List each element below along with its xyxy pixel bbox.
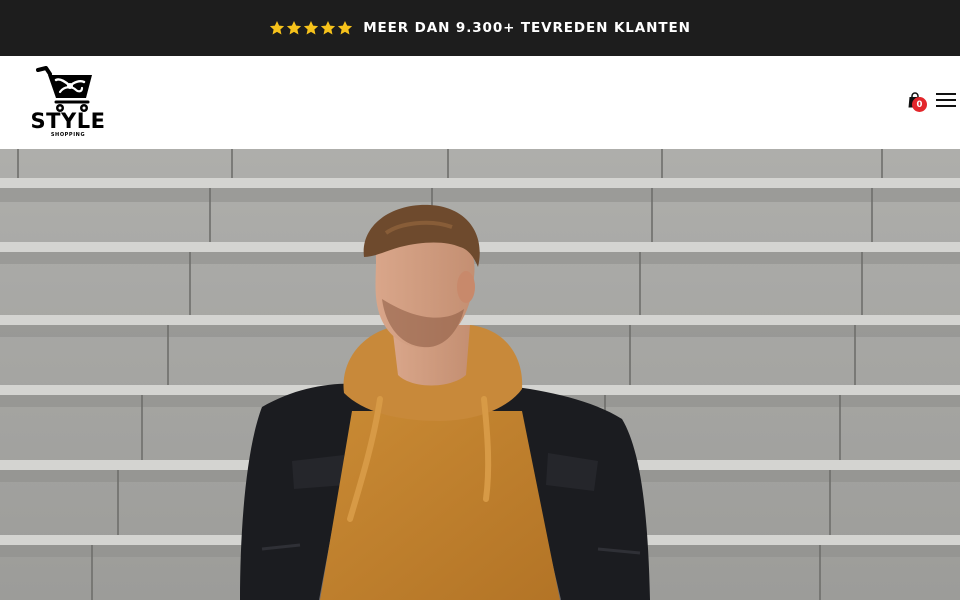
announcement-text: MEER DAN 9.300+ TEVREDEN KLANTEN <box>363 20 691 36</box>
site-header: STYLE SHOPPING 0 <box>0 56 960 149</box>
announcement-bar: MEER DAN 9.300+ TEVREDEN KLANTEN <box>0 0 960 56</box>
cart-button[interactable]: 0 <box>908 92 930 116</box>
star-icon <box>304 21 319 35</box>
logo-wordmark: STYLE <box>30 109 106 133</box>
rating-stars <box>269 20 353 36</box>
star-icon <box>338 21 353 35</box>
star-icon <box>287 21 302 35</box>
star-icon <box>321 21 336 35</box>
hero-image <box>0 149 960 600</box>
shopping-cart-logo-icon <box>36 66 92 112</box>
hamburger-menu-icon-line <box>936 99 956 101</box>
menu-button[interactable] <box>936 92 956 108</box>
hamburger-menu-icon <box>936 93 956 95</box>
cart-count-badge: 0 <box>912 97 927 112</box>
logo-subtitle: SHOPPING <box>50 132 86 138</box>
hero-photo <box>0 149 960 600</box>
store-logo[interactable]: STYLE SHOPPING <box>26 66 110 142</box>
hamburger-menu-icon-line <box>936 105 956 107</box>
star-icon <box>270 21 285 35</box>
